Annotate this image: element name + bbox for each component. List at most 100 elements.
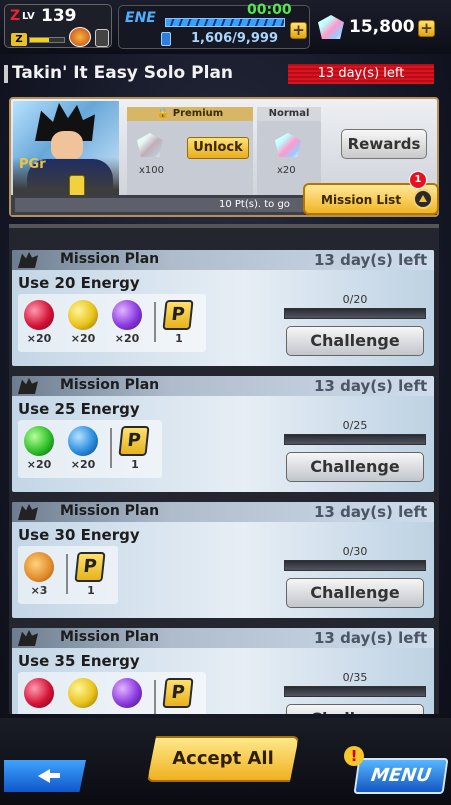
character-portrait: PGr bbox=[13, 101, 119, 201]
plan-point-icon: P bbox=[118, 426, 150, 456]
blue-orb-icon bbox=[68, 426, 98, 456]
mission-progress-text: 0/35 bbox=[342, 671, 368, 684]
reward-item[interactable]: ×3 bbox=[22, 550, 56, 600]
status-bar: Z LV 139 Z ENE 00:00 1,606/9,999 + 15,80… bbox=[0, 0, 451, 54]
crystal-count: 15,800 bbox=[349, 17, 415, 37]
mission-plan-label: Mission Plan bbox=[60, 629, 160, 645]
mission-progress-text: 0/20 bbox=[342, 293, 368, 306]
yellow-orb-icon bbox=[68, 300, 98, 330]
mission-days-left: 13 day(s) left bbox=[314, 377, 428, 395]
plan-progress-text: 10 Pt(s). to go bbox=[219, 199, 290, 210]
chrono-crystal-icon bbox=[318, 15, 344, 39]
days-left-banner: 13 day(s) left bbox=[288, 64, 434, 84]
back-button[interactable] bbox=[4, 760, 86, 792]
reward-item[interactable]: P1 bbox=[118, 424, 152, 474]
plan-point-icon: P bbox=[74, 552, 106, 582]
mission-card: Mission Plan 13 day(s) left Use 35 Energy P… bbox=[12, 628, 434, 714]
premium-qty: x100 bbox=[139, 165, 165, 176]
mission-title: Use 35 Energy bbox=[18, 652, 140, 670]
add-crystals-button[interactable]: + bbox=[418, 20, 435, 37]
reward-item[interactable]: ×20 bbox=[110, 298, 144, 348]
z-rank-icon: Z bbox=[11, 33, 27, 46]
z-logo-icon: Z bbox=[10, 8, 21, 24]
reward-item[interactable] bbox=[110, 676, 144, 714]
mission-progress-text: 0/25 bbox=[342, 419, 368, 432]
normal-qty: x20 bbox=[277, 165, 296, 176]
emblem-icon bbox=[69, 27, 91, 47]
reward-item[interactable]: ×20 bbox=[66, 298, 100, 348]
mission-card: Mission Plan 13 day(s) left Use 30 Energy ×… bbox=[12, 502, 434, 618]
reward-item[interactable] bbox=[22, 676, 56, 714]
reward-divider bbox=[110, 428, 112, 468]
reward-qty: ×3 bbox=[30, 584, 48, 597]
reward-item[interactable]: ×20 bbox=[66, 424, 100, 474]
menu-button[interactable]: MENU bbox=[353, 758, 449, 794]
reward-qty: 1 bbox=[87, 584, 95, 597]
character-icon bbox=[18, 504, 38, 520]
chevron-up-icon bbox=[413, 189, 433, 209]
reward-item[interactable]: ×20 bbox=[22, 424, 56, 474]
level-tag: LV bbox=[22, 11, 35, 22]
reward-items: ×3 P 1 bbox=[18, 546, 118, 604]
premium-label: Premium bbox=[172, 108, 224, 119]
challenge-button[interactable]: Challenge bbox=[286, 452, 424, 482]
app-screen: Z LV 139 Z ENE 00:00 1,606/9,999 + 15,80… bbox=[0, 0, 451, 805]
mission-title: Use 30 Energy bbox=[18, 526, 140, 544]
bottom-bar: Accept All MENU ! bbox=[0, 718, 451, 805]
mission-progress-bar bbox=[284, 560, 426, 571]
reward-item[interactable]: P1 bbox=[74, 550, 108, 600]
rewards-button[interactable]: Rewards bbox=[341, 129, 427, 159]
challenge-button[interactable]: Challenge bbox=[286, 704, 424, 714]
challenge-button[interactable]: Challenge bbox=[286, 578, 424, 608]
notification-badge: 1 bbox=[409, 171, 427, 189]
reward-item[interactable]: P bbox=[162, 676, 196, 714]
challenge-button[interactable]: Challenge bbox=[286, 326, 424, 356]
mission-card-header: Mission Plan 13 day(s) left bbox=[12, 250, 434, 270]
mission-days-left: 13 day(s) left bbox=[314, 503, 428, 521]
mission-progress-bar bbox=[284, 434, 426, 445]
character-icon bbox=[18, 630, 38, 646]
player-level-panel[interactable]: Z LV 139 Z bbox=[4, 4, 112, 48]
mission-days-left: 13 day(s) left bbox=[314, 629, 428, 647]
unlock-button[interactable]: Unlock bbox=[187, 137, 249, 159]
plan-point-icon: P bbox=[162, 300, 194, 330]
mission-card-header: Mission Plan 13 day(s) left bbox=[12, 502, 434, 522]
mission-title: Use 25 Energy bbox=[18, 400, 140, 418]
normal-header: Normal bbox=[257, 107, 321, 121]
mission-progress-bar bbox=[284, 686, 426, 697]
page-title: Takin' It Easy Solo Plan bbox=[12, 63, 234, 83]
reward-divider bbox=[154, 680, 156, 714]
reward-item[interactable]: ×20 bbox=[22, 298, 56, 348]
red-orb-icon bbox=[24, 300, 54, 330]
mission-list[interactable]: Mission Plan 13 day(s) left Use 20 Energy ×… bbox=[9, 224, 439, 714]
title-accent bbox=[4, 65, 8, 83]
mission-progress-bar bbox=[284, 308, 426, 319]
pizza-icon bbox=[24, 552, 54, 582]
mission-title: Use 20 Energy bbox=[18, 274, 140, 292]
mission-plan-label: Mission Plan bbox=[60, 503, 160, 519]
mission-progress-text: 0/30 bbox=[342, 545, 368, 558]
reward-item[interactable]: P1 bbox=[162, 298, 196, 348]
purple-orb-icon bbox=[112, 300, 142, 330]
mission-card: Mission Plan 13 day(s) left Use 25 Energy ×… bbox=[12, 376, 434, 492]
accept-all-button[interactable]: Accept All bbox=[147, 736, 299, 782]
pgr-badge-icon bbox=[69, 175, 85, 197]
add-energy-button[interactable]: + bbox=[290, 22, 307, 39]
mission-card-header: Mission Plan 13 day(s) left bbox=[12, 628, 434, 648]
lock-icon bbox=[95, 29, 109, 47]
reward-qty: ×20 bbox=[26, 458, 52, 471]
reward-qty: 1 bbox=[131, 458, 139, 471]
energy-panel: ENE 00:00 1,606/9,999 bbox=[118, 2, 310, 49]
alert-icon: ! bbox=[344, 746, 364, 766]
premium-reward-box: x100 bbox=[127, 121, 253, 201]
pgr-label: PGr bbox=[19, 157, 46, 172]
energy-bar bbox=[165, 18, 285, 27]
plan-panel: PGr 🔒 Premium x100 Unlock Normal x20 Rew… bbox=[9, 97, 439, 217]
mission-days-left: 13 day(s) left bbox=[314, 251, 428, 269]
reward-item[interactable] bbox=[66, 676, 100, 714]
premium-crystal-icon bbox=[137, 133, 163, 157]
page-header: Takin' It Easy Solo Plan 13 day(s) left bbox=[0, 62, 451, 86]
mission-plan-label: Mission Plan bbox=[60, 251, 160, 267]
mission-plan-label: Mission Plan bbox=[60, 377, 160, 393]
xp-bar bbox=[29, 37, 65, 43]
